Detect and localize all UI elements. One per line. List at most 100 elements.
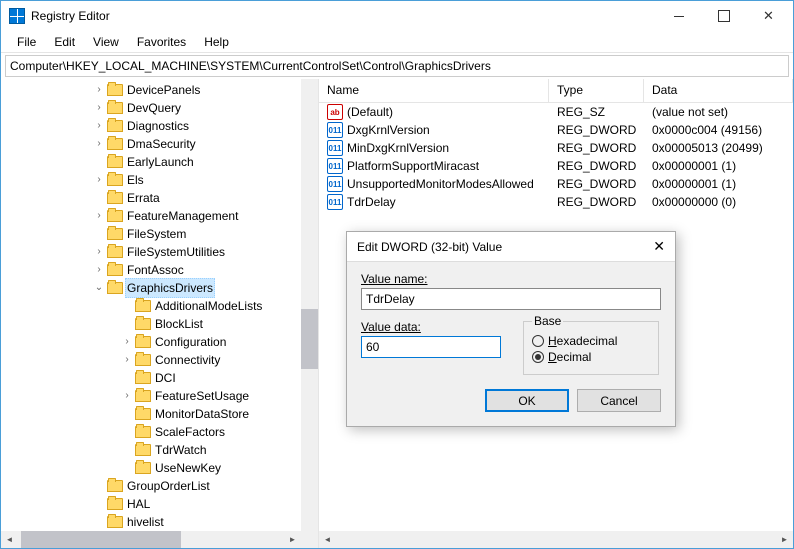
chevron-right-icon[interactable]: ›: [91, 207, 107, 225]
menu-view[interactable]: View: [85, 33, 127, 51]
list-row[interactable]: 011MinDxgKrnlVersionREG_DWORD0x00005013 …: [319, 139, 793, 157]
list-scroll-right-button[interactable]: ►: [776, 531, 793, 548]
tree-item-label: Errata: [127, 189, 160, 207]
list-row[interactable]: 011PlatformSupportMiracastREG_DWORD0x000…: [319, 157, 793, 175]
string-value-icon: ab: [327, 104, 343, 120]
menubar: File Edit View Favorites Help: [1, 31, 793, 53]
tree-item-label: ScaleFactors: [155, 423, 225, 441]
tree-item-monitordatastore[interactable]: MonitorDataStore: [1, 405, 318, 423]
list-row[interactable]: 011DxgKrnlVersionREG_DWORD0x0000c004 (49…: [319, 121, 793, 139]
column-data[interactable]: Data: [644, 79, 793, 102]
maximize-button[interactable]: [701, 1, 746, 31]
folder-icon: [135, 462, 151, 474]
tree-item-devicepanels[interactable]: › DevicePanels: [1, 81, 318, 99]
scroll-right-button[interactable]: ►: [284, 531, 301, 548]
tree-item-featuresetusage[interactable]: ›FeatureSetUsage: [1, 387, 318, 405]
chevron-right-icon[interactable]: ›: [91, 81, 107, 99]
tree-item-graphicsdrivers[interactable]: ⌄ GraphicsDrivers: [1, 279, 318, 297]
value-data: (value not set): [644, 105, 793, 119]
folder-icon: [107, 138, 123, 150]
tree-item-label: TdrWatch: [155, 441, 207, 459]
tree-item-dci[interactable]: DCI: [1, 369, 318, 387]
tree-item-hal[interactable]: HAL: [1, 495, 318, 513]
menu-help[interactable]: Help: [196, 33, 237, 51]
list-row[interactable]: 011TdrDelayREG_DWORD0x00000000 (0): [319, 193, 793, 211]
dialog-close-icon[interactable]: ✕: [653, 238, 665, 255]
tree-item-grouporderlist[interactable]: GroupOrderList: [1, 477, 318, 495]
list-scroll-left-button[interactable]: ◄: [319, 531, 336, 548]
tree-scroll-thumb-horizontal[interactable]: [21, 531, 181, 548]
tree-item-earlylaunch[interactable]: EarlyLaunch: [1, 153, 318, 171]
value-type: REG_DWORD: [549, 177, 644, 191]
value-name-field[interactable]: [361, 288, 661, 310]
column-type[interactable]: Type: [549, 79, 644, 102]
value-name: TdrDelay: [347, 195, 396, 209]
tree-scrollbar-vertical[interactable]: [301, 79, 318, 531]
tree-item-label: FileSystemUtilities: [127, 243, 225, 261]
menu-file[interactable]: File: [9, 33, 44, 51]
value-type: REG_SZ: [549, 105, 644, 119]
ok-button[interactable]: OK: [485, 389, 569, 412]
tree-item-tdrwatch[interactable]: TdrWatch: [1, 441, 318, 459]
value-data-field[interactable]: [361, 336, 501, 358]
menu-favorites[interactable]: Favorites: [129, 33, 194, 51]
list-row[interactable]: 011UnsupportedMonitorModesAllowedREG_DWO…: [319, 175, 793, 193]
value-data: 0x00000000 (0): [644, 195, 793, 209]
chevron-right-icon[interactable]: ›: [119, 333, 135, 351]
tree-item-fontassoc[interactable]: › FontAssoc: [1, 261, 318, 279]
tree-item-label: Els: [127, 171, 144, 189]
tree-item-connectivity[interactable]: ›Connectivity: [1, 351, 318, 369]
folder-icon: [107, 498, 123, 510]
list-scrollbar-horizontal[interactable]: ◄ ►: [319, 531, 793, 548]
folder-icon: [135, 408, 151, 420]
tree-item-configuration[interactable]: ›Configuration: [1, 333, 318, 351]
cancel-button[interactable]: Cancel: [577, 389, 661, 412]
tree-item-scalefactors[interactable]: ScaleFactors: [1, 423, 318, 441]
tree-item-label: hivelist: [127, 513, 164, 531]
titlebar[interactable]: Registry Editor: [1, 1, 793, 31]
folder-icon: [135, 336, 151, 348]
tree-item-filesystem[interactable]: FileSystem: [1, 225, 318, 243]
tree-item-additionalmodelists[interactable]: AdditionalModeLists: [1, 297, 318, 315]
tree-item-label: DevicePanels: [127, 81, 200, 99]
value-data-label: Value data:: [361, 320, 501, 334]
value-type: REG_DWORD: [549, 159, 644, 173]
tree-item-dmasecurity[interactable]: ›DmaSecurity: [1, 135, 318, 153]
radio-decimal[interactable]: Decimal: [532, 350, 650, 364]
tree-item-diagnostics[interactable]: ›Diagnostics: [1, 117, 318, 135]
tree-item-label: FontAssoc: [127, 261, 184, 279]
tree-item-usenewkey[interactable]: UseNewKey: [1, 459, 318, 477]
tree-item-blocklist[interactable]: BlockList: [1, 315, 318, 333]
minimize-button[interactable]: [656, 1, 701, 31]
tree-item-hivelist[interactable]: hivelist: [1, 513, 318, 531]
chevron-right-icon[interactable]: ›: [91, 99, 107, 117]
dword-value-icon: 011: [327, 194, 343, 210]
tree-item-featuremanagement[interactable]: ›FeatureManagement: [1, 207, 318, 225]
radio-hexadecimal[interactable]: Hexadecimal: [532, 334, 650, 348]
chevron-right-icon[interactable]: ›: [91, 243, 107, 261]
tree-item-els[interactable]: › Els: [1, 171, 318, 189]
column-name[interactable]: Name: [319, 79, 549, 102]
tree-item-label: GraphicsDrivers: [125, 278, 215, 298]
chevron-right-icon[interactable]: ›: [91, 117, 107, 135]
address-bar[interactable]: Computer\HKEY_LOCAL_MACHINE\SYSTEM\Curre…: [5, 55, 789, 77]
tree-item-filesystemutilities[interactable]: › FileSystemUtilities: [1, 243, 318, 261]
chevron-right-icon[interactable]: ›: [91, 135, 107, 153]
list-row[interactable]: ab(Default)REG_SZ(value not set): [319, 103, 793, 121]
tree-scroll-thumb-vertical[interactable]: [301, 309, 318, 369]
close-button[interactable]: [746, 1, 791, 31]
scroll-left-button[interactable]: ◄: [1, 531, 18, 548]
folder-icon: [135, 372, 151, 384]
tree-item-errata[interactable]: Errata: [1, 189, 318, 207]
chevron-right-icon[interactable]: ›: [119, 387, 135, 405]
edit-dword-dialog: Edit DWORD (32-bit) Value ✕ Value name: …: [346, 231, 676, 427]
base-legend: Base: [532, 314, 563, 328]
folder-icon: [107, 246, 123, 258]
chevron-right-icon[interactable]: ›: [91, 171, 107, 189]
chevron-down-icon[interactable]: ⌄: [91, 279, 107, 297]
menu-edit[interactable]: Edit: [46, 33, 83, 51]
dialog-titlebar[interactable]: Edit DWORD (32-bit) Value ✕: [347, 232, 675, 262]
tree-item-devquery[interactable]: ›DevQuery: [1, 99, 318, 117]
chevron-right-icon[interactable]: ›: [91, 261, 107, 279]
chevron-right-icon[interactable]: ›: [119, 351, 135, 369]
